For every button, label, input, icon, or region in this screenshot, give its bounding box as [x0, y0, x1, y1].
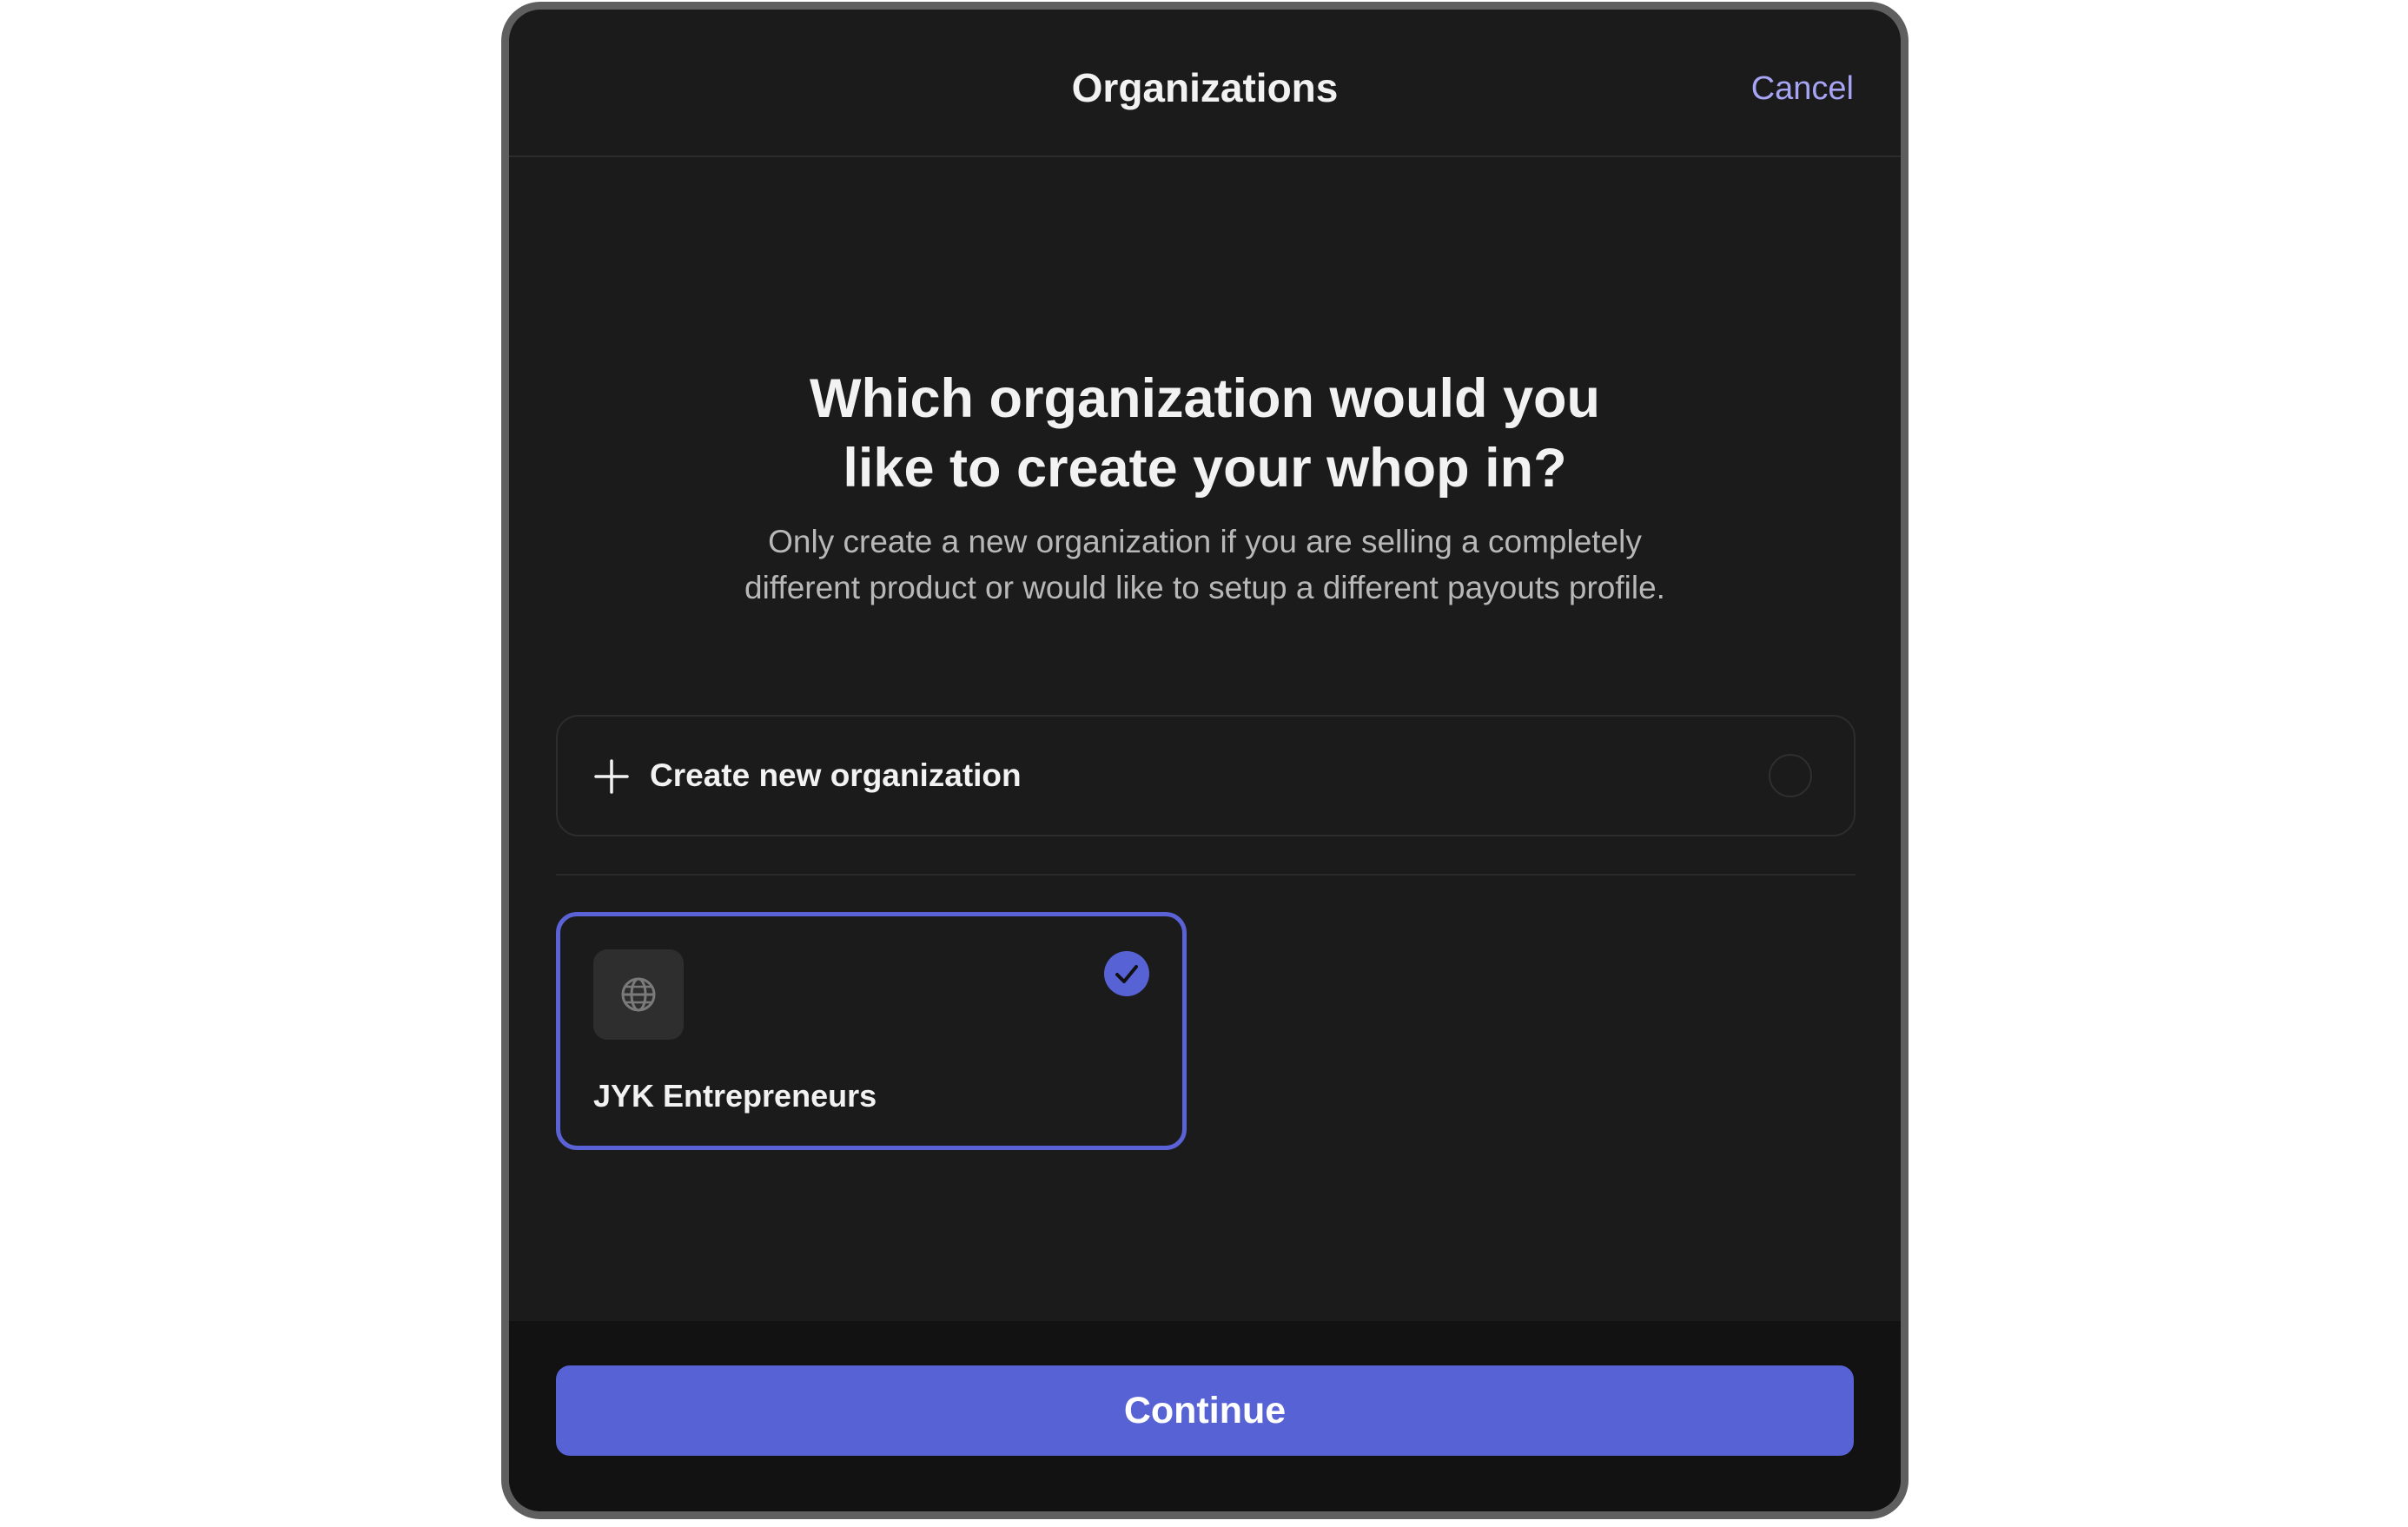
- organization-name: JYK Entrepreneurs: [593, 1078, 877, 1114]
- globe-icon: [621, 977, 656, 1012]
- check-icon: [1104, 951, 1149, 996]
- create-new-organization-label: Create new organization: [650, 757, 1022, 793]
- cancel-button[interactable]: Cancel: [1751, 69, 1854, 109]
- description-line-1: Only create a new organization if you ar…: [768, 524, 1642, 559]
- modal-frame: Organizations Cancel Which organization …: [501, 2, 1909, 1519]
- page-description: Only create a new organization if you ar…: [509, 519, 1901, 611]
- create-option-radio[interactable]: [1769, 754, 1812, 797]
- section-divider: [556, 874, 1856, 876]
- modal-header: Organizations Cancel: [509, 10, 1901, 157]
- plus-icon: [594, 759, 629, 794]
- heading-line-2: like to create your whop in?: [843, 438, 1567, 499]
- create-new-organization-option[interactable]: Create new organization: [556, 715, 1856, 836]
- continue-button[interactable]: Continue: [556, 1365, 1854, 1456]
- heading-line-1: Which organization would you: [810, 368, 1600, 429]
- modal-footer: Continue: [509, 1321, 1901, 1511]
- description-line-2: different product or would like to setup…: [744, 570, 1665, 605]
- organization-avatar: [593, 949, 684, 1040]
- organizations-modal: Organizations Cancel Which organization …: [509, 10, 1901, 1511]
- modal-title: Organizations: [1071, 65, 1339, 110]
- page-heading: Which organization would you like to cre…: [509, 364, 1901, 503]
- organization-card[interactable]: JYK Entrepreneurs: [556, 912, 1187, 1150]
